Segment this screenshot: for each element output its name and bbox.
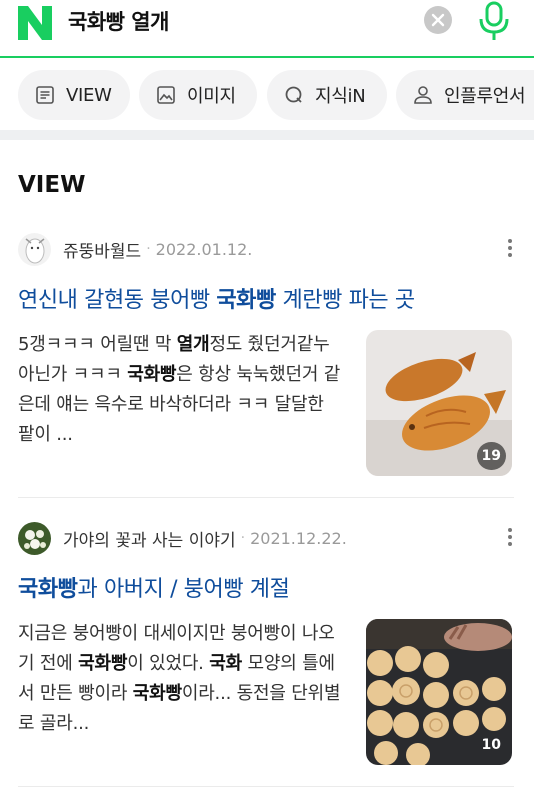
post-title[interactable]: 국화빵과 아버지 / 붕어빵 계절 <box>18 571 290 603</box>
title-text: 과 아버지 / 붕어빵 계절 <box>77 577 290 602</box>
tab-label: VIEW <box>66 84 112 106</box>
image-icon <box>157 86 175 104</box>
section-title: VIEW <box>18 172 86 198</box>
title-highlight: 국화빵 <box>18 577 78 602</box>
tab-influencer[interactable]: 인플루언서 <box>396 70 534 120</box>
clear-search-button[interactable] <box>424 6 452 34</box>
author-row: 가야의 꽃과 사는 이야기 · 2021.12.22. <box>18 521 347 555</box>
author-name[interactable]: 쥬뚱바월드 <box>63 237 141 262</box>
snippet-highlight: 국화빵 <box>78 653 128 674</box>
title-highlight: 국화빵 <box>216 288 276 313</box>
post-snippet[interactable]: 지금은 붕어빵이 대세이지만 붕어빵이 나오기 전에 국화빵이 있었다. 국화 … <box>18 619 344 739</box>
more-options-button[interactable] <box>500 236 520 264</box>
image-count-badge: 19 <box>476 442 506 470</box>
close-icon <box>431 13 445 27</box>
view-result-item[interactable]: 가야의 꽃과 사는 이야기 · 2021.12.22. 국화빵과 아버지 / 붕… <box>0 517 534 787</box>
post-thumbnail[interactable]: 19 <box>366 330 512 476</box>
voice-search-button[interactable] <box>476 0 512 42</box>
search-input[interactable]: 국화빵 열개 <box>68 6 169 36</box>
search-bar: 국화빵 열개 <box>0 0 534 58</box>
avatar[interactable] <box>18 232 51 266</box>
title-text: 계란빵 파는 곳 <box>275 288 415 313</box>
snippet-highlight: 국화 <box>209 653 242 674</box>
tab-view[interactable]: VIEW <box>18 70 130 120</box>
snippet-text: 이 있었다. <box>127 653 210 674</box>
document-icon <box>36 86 54 104</box>
title-text: 연신내 갈현동 붕어빵 <box>18 288 217 313</box>
separator-dot: · <box>146 241 151 257</box>
post-date: 2022.01.12. <box>155 239 253 259</box>
divider <box>18 497 514 498</box>
post-snippet[interactable]: 5갱ㅋㅋㅋ 어릴땐 막 열개정도 줬던거같누 아닌가 ㅋㅋㅋ 국화빵은 항상 눅… <box>18 330 344 450</box>
snippet-highlight: 국화빵 <box>127 364 177 385</box>
divider <box>18 786 514 787</box>
person-icon <box>414 86 432 104</box>
author-row: 쥬뚱바월드 · 2022.01.12. <box>18 232 252 266</box>
tab-kin[interactable]: 지식iN <box>267 70 387 120</box>
author-name[interactable]: 가야의 꽃과 사는 이야기 <box>63 526 236 551</box>
snippet-text: 5갱ㅋㅋㅋ 어릴땐 막 <box>18 334 177 355</box>
view-result-item[interactable]: 쥬뚱바월드 · 2022.01.12. 연신내 갈현동 붕어빵 국화빵 계란빵 … <box>0 228 534 498</box>
separator-dot: · <box>240 530 246 546</box>
snippet-highlight: 열개 <box>176 334 210 355</box>
section-divider <box>0 130 534 140</box>
snippet-highlight: 국화빵 <box>132 683 182 704</box>
tab-label: 지식iN <box>315 86 366 107</box>
tab-label: 인플루언서 <box>444 86 526 107</box>
post-date: 2021.12.22. <box>250 528 347 548</box>
naver-logo-icon[interactable] <box>16 4 54 42</box>
tab-images[interactable]: 이미지 <box>139 70 257 120</box>
avatar[interactable] <box>18 521 51 555</box>
post-title[interactable]: 연신내 갈현동 붕어빵 국화빵 계란빵 파는 곳 <box>18 282 415 314</box>
post-thumbnail[interactable]: 10 <box>366 619 512 765</box>
image-count-badge: 10 <box>481 737 501 753</box>
q-icon <box>285 86 302 103</box>
microphone-icon <box>479 1 509 40</box>
tab-label: 이미지 <box>187 86 236 107</box>
search-tabs: VIEW 이미지 지식iN 인플루언서 <box>0 62 534 126</box>
more-options-button[interactable] <box>500 525 520 553</box>
